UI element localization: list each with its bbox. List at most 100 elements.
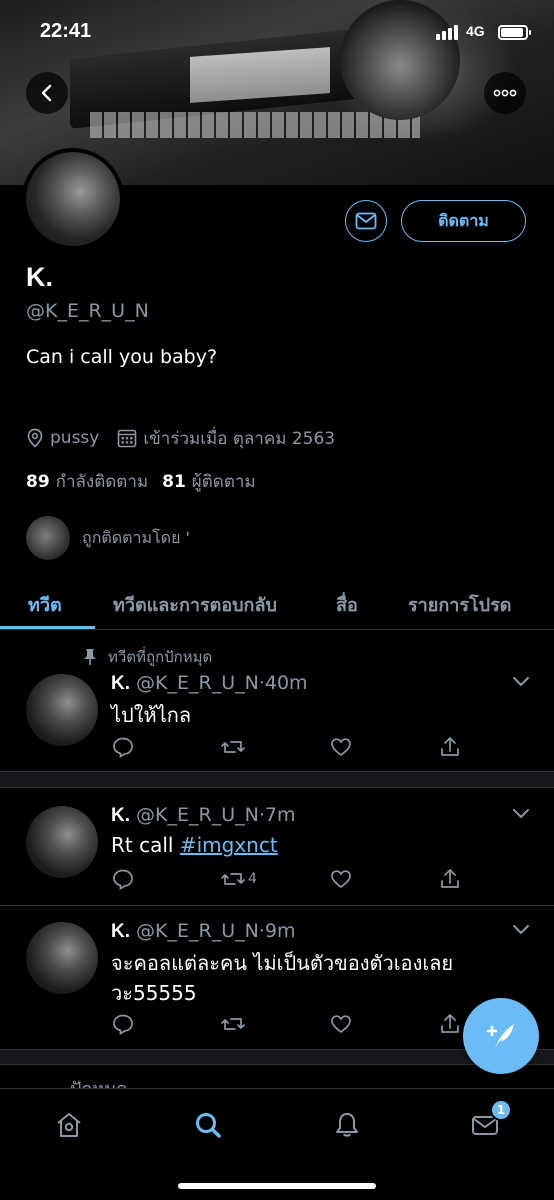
tweet-header: K. @K_E_R_U_N·7m (111, 804, 295, 827)
profile-handle: @K_E_R_U_N (26, 300, 149, 322)
share-button[interactable] (438, 1012, 462, 1036)
profile-location: pussy (50, 428, 100, 448)
followers-link[interactable]: 81 ผู้ติดตาม (162, 468, 256, 495)
tweet-actions (111, 1012, 459, 1038)
pinned-label: ทวีตที่ถูกปักหมุด (108, 648, 213, 666)
tab-tweets[interactable]: ทวีต (28, 590, 62, 619)
tweet-actions (111, 735, 459, 761)
tab-likes[interactable]: รายการโปรด (408, 590, 511, 619)
tweet-header: K. @K_E_R_U_N·9m (111, 920, 295, 943)
like-button[interactable] (329, 867, 353, 891)
tweet-author-name: K. (111, 673, 130, 694)
heart-icon (331, 738, 351, 757)
share-button[interactable] (438, 735, 462, 759)
nav-search[interactable] (186, 1105, 230, 1145)
tweet-text-line: วะ55555 (111, 981, 197, 1005)
reply-icon (113, 869, 133, 891)
like-button[interactable] (329, 735, 353, 759)
battery-icon (498, 25, 531, 40)
share-icon (441, 737, 459, 756)
retweet-icon (221, 873, 245, 885)
retweet-icon (221, 1018, 245, 1030)
hashtag-link[interactable]: #imgxnct (180, 833, 278, 857)
follower-avatar (26, 516, 70, 560)
pinned-indicator: ทวีตที่ถูกปักหมุด (82, 645, 212, 669)
followed-by-text: ถูกติดตามโดย ' (82, 527, 190, 547)
retweet-count: 4 (248, 871, 257, 887)
profile-name: K. (26, 262, 53, 292)
follow-counts: 89 กำลังติดตาม 81 ผู้ติดตาม (26, 468, 256, 495)
chevron-down-icon[interactable] (512, 924, 530, 936)
tweet-text-prefix: Rt call (111, 833, 180, 857)
reply-button[interactable] (111, 1012, 135, 1036)
tweet-time: ·40m (258, 672, 308, 694)
tweet-author-name: K. (111, 921, 130, 942)
messages-badge: 1 (490, 1099, 512, 1121)
back-button[interactable] (26, 72, 68, 114)
tweet-avatar[interactable] (26, 674, 98, 746)
retweet-button[interactable]: 4 (220, 867, 257, 891)
home-icon (57, 1113, 81, 1137)
partial-next-text: ปักหมุด (70, 1079, 128, 1088)
chevron-down-icon[interactable] (512, 676, 530, 688)
tab-tweets-and-replies[interactable]: ทวีตและการตอบกลับ (113, 590, 277, 619)
tweet-header: K. @K_E_R_U_N·40m (111, 672, 308, 695)
profile-meta: pussy เข้าร่วมเมื่อ ตุลาคม 2563 (26, 426, 335, 450)
reply-button[interactable] (111, 867, 135, 891)
followed-by-row[interactable]: ถูกติดตามโดย ' (26, 516, 190, 560)
calendar-icon (118, 429, 137, 448)
location-pin-icon (27, 428, 43, 448)
search-icon (196, 1113, 221, 1138)
followers-label: ผู้ติดตาม (191, 472, 256, 492)
tweet-divider (0, 905, 554, 906)
tweet-text-line: จะคอลแต่ละคน ไม่เป็นตัวของตัวเองเลย (111, 951, 454, 975)
tweet-author-handle: @K_E_R_U_N (136, 920, 259, 942)
message-button[interactable] (345, 200, 387, 242)
ellipsis-icon (493, 89, 517, 97)
like-button[interactable] (329, 1012, 353, 1036)
nav-notifications[interactable] (325, 1105, 369, 1145)
profile-avatar[interactable] (22, 148, 124, 250)
status-indicators: 4G (436, 22, 536, 44)
feather-plus-icon (486, 1024, 514, 1049)
status-time: 22:41 (40, 20, 92, 42)
share-icon (441, 1014, 459, 1033)
follow-button[interactable]: ติดตาม (401, 200, 526, 242)
tweet-text: ไปให้ไกล (111, 703, 192, 727)
followers-count: 81 (162, 472, 186, 492)
retweet-button[interactable] (220, 1012, 248, 1036)
home-indicator (178, 1183, 376, 1189)
section-separator (0, 771, 554, 788)
following-link[interactable]: 89 กำลังติดตาม (26, 468, 148, 495)
share-button[interactable] (438, 867, 462, 891)
tweet-author-handle: @K_E_R_U_N (136, 672, 259, 694)
share-icon (441, 869, 459, 888)
more-options-button[interactable] (484, 72, 526, 114)
tweet-actions: 4 (111, 867, 459, 893)
reply-icon (113, 737, 133, 759)
tweet-avatar[interactable] (26, 922, 98, 994)
retweet-button[interactable] (220, 735, 248, 759)
profile-bio: Can i call you baby? (26, 346, 218, 368)
profile-joined-date: เข้าร่วมเมื่อ ตุลาคม 2563 (143, 428, 336, 449)
profile-tabs: ทวีต ทวีตและการตอบกลับ สื่อ รายการโปรด (0, 576, 554, 630)
compose-tweet-button[interactable] (463, 998, 539, 1074)
tweet-time: ·7m (258, 804, 296, 826)
envelope-icon (355, 212, 377, 230)
partial-next-item: ปักหมุด (70, 1074, 128, 1088)
tweet-text: จะคอลแต่ละคน ไม่เป็นตัวของตัวเองเลย วะ55… (111, 948, 453, 1008)
nav-home[interactable] (47, 1105, 91, 1145)
pin-icon (84, 649, 96, 665)
chevron-left-icon (41, 84, 52, 102)
heart-icon (331, 870, 351, 889)
reply-button[interactable] (111, 735, 135, 759)
tweet-time: ·9m (258, 920, 296, 942)
tweet-author-handle: @K_E_R_U_N (136, 804, 259, 826)
reply-icon (113, 1014, 133, 1036)
chevron-down-icon[interactable] (512, 808, 530, 820)
tab-media[interactable]: สื่อ (336, 590, 358, 619)
following-label: กำลังติดตาม (55, 472, 149, 492)
tweet-avatar[interactable] (26, 806, 98, 878)
network-type: 4G (466, 23, 485, 39)
tweet-author-name: K. (111, 805, 130, 826)
